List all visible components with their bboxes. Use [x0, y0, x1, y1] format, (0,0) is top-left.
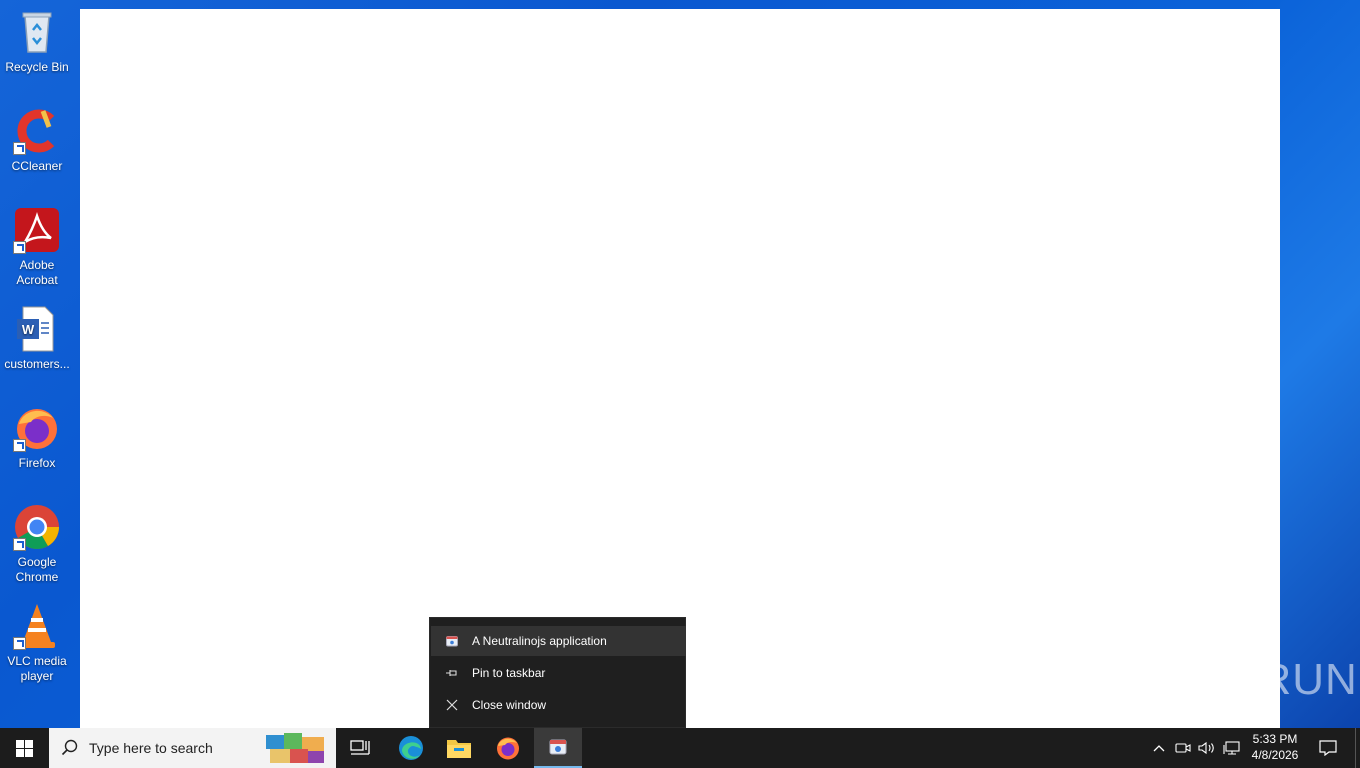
- desktop-icon-label: Google Chrome: [15, 555, 59, 584]
- search-highlight-puzzle-icon: [266, 733, 324, 763]
- desktop-icon-label: CCleaner: [11, 159, 63, 173]
- edge-icon: [399, 736, 423, 760]
- shortcut-arrow-icon: [13, 637, 26, 650]
- chevron-up-icon: [1153, 745, 1165, 752]
- taskbar-file-explorer-button[interactable]: [436, 728, 482, 768]
- jumplist-pin-label: Pin to taskbar: [472, 666, 546, 680]
- chrome-icon: [13, 503, 61, 551]
- shortcut-arrow-icon: [13, 142, 26, 155]
- tray-network-button[interactable]: [1221, 728, 1243, 768]
- taskbar-edge-button[interactable]: [388, 728, 434, 768]
- desktop-icon-label: Firefox: [18, 456, 56, 470]
- jumplist-close-window[interactable]: Close window: [431, 690, 686, 720]
- clock-date: 4/8/2026: [1251, 748, 1299, 762]
- task-view-icon: [350, 740, 370, 755]
- firefox-icon: [13, 404, 61, 452]
- tray-meet-now-button[interactable]: [1173, 728, 1193, 768]
- adobe-acrobat-icon: [13, 206, 61, 254]
- taskbar-jump-list: A Neutralinojs application Pin to taskba…: [429, 617, 686, 728]
- desktop-icon-adobe-acrobat[interactable]: Adobe Acrobat: [0, 206, 74, 288]
- start-button[interactable]: [0, 728, 48, 768]
- jumplist-close-label: Close window: [472, 698, 547, 712]
- volume-icon: [1198, 741, 1214, 755]
- vlc-icon: [13, 602, 61, 650]
- desktop-icon-vlc[interactable]: VLC media player: [0, 602, 74, 684]
- anyrun-watermark: ANY RUN: [1116, 655, 1358, 709]
- desktop-icon-ccleaner[interactable]: CCleaner: [0, 107, 74, 174]
- jumplist-app-title-label: A Neutralinojs application: [472, 634, 607, 648]
- camera-icon: [1175, 743, 1191, 753]
- action-center-button[interactable]: [1310, 728, 1346, 768]
- desktop-icon-word-document[interactable]: W customers...: [0, 305, 74, 372]
- taskbar-clock[interactable]: 5:33 PM 4/8/2026: [1244, 731, 1306, 763]
- taskbar-firefox-button[interactable]: [485, 728, 531, 768]
- word-document-icon: W: [13, 305, 61, 353]
- jumplist-pin-to-taskbar[interactable]: Pin to taskbar: [431, 658, 686, 688]
- search-placeholder: Type here to search: [89, 740, 213, 756]
- taskbar-neutralinojs-app-button[interactable]: [534, 728, 582, 768]
- task-view-button[interactable]: [336, 728, 384, 768]
- clock-time: 5:33 PM: [1252, 732, 1298, 746]
- desktop-icon-recycle-bin[interactable]: Recycle Bin: [0, 8, 74, 75]
- desktop-icon-firefox[interactable]: Firefox: [0, 404, 74, 471]
- taskbar-search-box[interactable]: Type here to search: [49, 728, 336, 768]
- firefox-icon: [497, 737, 519, 760]
- file-explorer-icon: [447, 740, 471, 758]
- app-window-icon: [444, 633, 460, 649]
- taskbar: Type here to search 5:33 PM 4/8/2026: [0, 728, 1360, 768]
- windows-logo-icon: [15, 739, 33, 757]
- ccleaner-icon: [13, 107, 61, 155]
- search-icon: [61, 739, 78, 756]
- shortcut-arrow-icon: [13, 538, 26, 551]
- desktop-icon-label: Adobe Acrobat: [16, 258, 58, 287]
- recycle-bin-icon: [13, 8, 61, 56]
- desktop-icon-label: customers...: [4, 357, 70, 371]
- app-window-icon: [549, 739, 567, 755]
- close-icon: [444, 697, 460, 713]
- watermark-text-right: RUN: [1259, 655, 1358, 704]
- tray-volume-button[interactable]: [1196, 728, 1218, 768]
- shortcut-arrow-icon: [13, 241, 26, 254]
- jumplist-app-title[interactable]: A Neutralinojs application: [431, 626, 686, 656]
- watermark-text-left: ANY: [1116, 655, 1210, 704]
- network-icon: [1223, 741, 1240, 755]
- desktop-icon-label: VLC media player: [7, 654, 67, 683]
- show-hidden-icons-button[interactable]: [1150, 728, 1168, 768]
- shortcut-arrow-icon: [13, 439, 26, 452]
- pin-icon: [444, 665, 460, 681]
- desktop-icon-google-chrome[interactable]: Google Chrome: [0, 503, 74, 585]
- desktop-icon-label: Recycle Bin: [5, 60, 69, 74]
- notification-icon: [1319, 740, 1337, 756]
- svg-text:W: W: [22, 322, 35, 337]
- watermark-play-icon: [1215, 656, 1254, 709]
- show-desktop-button[interactable]: [1355, 728, 1360, 768]
